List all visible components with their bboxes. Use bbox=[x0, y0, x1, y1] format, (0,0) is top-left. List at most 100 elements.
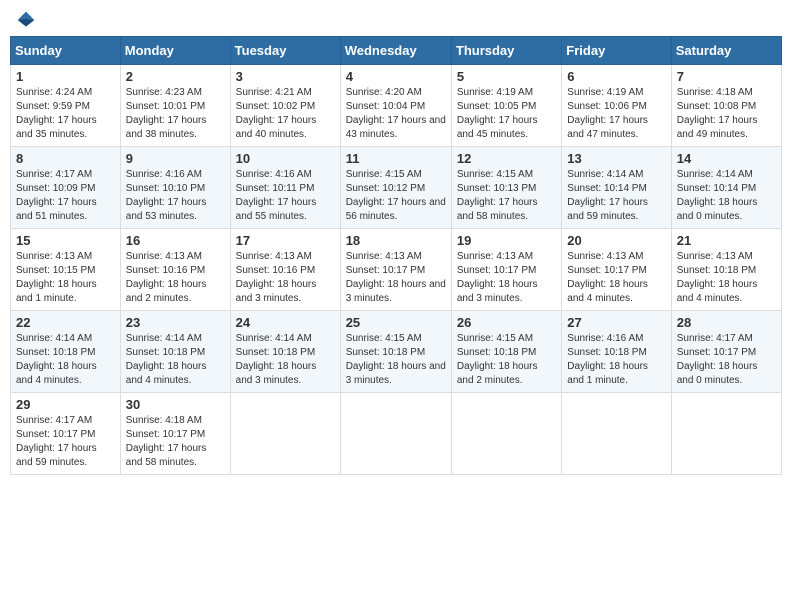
calendar-cell bbox=[671, 393, 781, 475]
day-number: 20 bbox=[567, 233, 665, 248]
day-number: 29 bbox=[16, 397, 115, 412]
calendar-cell bbox=[230, 393, 340, 475]
day-number: 17 bbox=[236, 233, 335, 248]
day-info: Sunrise: 4:13 AM Sunset: 10:17 PM Daylig… bbox=[457, 250, 556, 306]
calendar-cell: 22 Sunrise: 4:14 AM Sunset: 10:18 PM Day… bbox=[11, 311, 121, 393]
calendar-cell: 9 Sunrise: 4:16 AM Sunset: 10:10 PM Dayl… bbox=[120, 147, 230, 229]
day-info: Sunrise: 4:16 AM Sunset: 10:11 PM Daylig… bbox=[236, 168, 335, 224]
calendar-cell: 14 Sunrise: 4:14 AM Sunset: 10:14 PM Day… bbox=[671, 147, 781, 229]
day-number: 9 bbox=[126, 151, 225, 166]
day-header-thursday: Thursday bbox=[451, 37, 561, 65]
calendar-cell: 13 Sunrise: 4:14 AM Sunset: 10:14 PM Day… bbox=[562, 147, 671, 229]
day-info: Sunrise: 4:14 AM Sunset: 10:14 PM Daylig… bbox=[567, 168, 665, 224]
calendar-cell: 11 Sunrise: 4:15 AM Sunset: 10:12 PM Day… bbox=[340, 147, 451, 229]
day-info: Sunrise: 4:13 AM Sunset: 10:16 PM Daylig… bbox=[236, 250, 335, 306]
day-info: Sunrise: 4:23 AM Sunset: 10:01 PM Daylig… bbox=[126, 86, 225, 142]
calendar-cell: 29 Sunrise: 4:17 AM Sunset: 10:17 PM Day… bbox=[11, 393, 121, 475]
calendar-cell: 28 Sunrise: 4:17 AM Sunset: 10:17 PM Day… bbox=[671, 311, 781, 393]
day-number: 5 bbox=[457, 69, 556, 84]
calendar-week-row: 1 Sunrise: 4:24 AM Sunset: 9:59 PM Dayli… bbox=[11, 65, 782, 147]
calendar-cell: 4 Sunrise: 4:20 AM Sunset: 10:04 PM Dayl… bbox=[340, 65, 451, 147]
day-number: 16 bbox=[126, 233, 225, 248]
calendar-cell: 16 Sunrise: 4:13 AM Sunset: 10:16 PM Day… bbox=[120, 229, 230, 311]
day-info: Sunrise: 4:15 AM Sunset: 10:18 PM Daylig… bbox=[346, 332, 446, 388]
calendar-week-row: 29 Sunrise: 4:17 AM Sunset: 10:17 PM Day… bbox=[11, 393, 782, 475]
day-number: 1 bbox=[16, 69, 115, 84]
calendar-cell: 10 Sunrise: 4:16 AM Sunset: 10:11 PM Day… bbox=[230, 147, 340, 229]
day-info: Sunrise: 4:18 AM Sunset: 10:17 PM Daylig… bbox=[126, 414, 225, 470]
day-number: 23 bbox=[126, 315, 225, 330]
day-info: Sunrise: 4:15 AM Sunset: 10:13 PM Daylig… bbox=[457, 168, 556, 224]
calendar-cell: 12 Sunrise: 4:15 AM Sunset: 10:13 PM Day… bbox=[451, 147, 561, 229]
day-info: Sunrise: 4:19 AM Sunset: 10:05 PM Daylig… bbox=[457, 86, 556, 142]
day-number: 3 bbox=[236, 69, 335, 84]
day-number: 6 bbox=[567, 69, 665, 84]
calendar-cell: 6 Sunrise: 4:19 AM Sunset: 10:06 PM Dayl… bbox=[562, 65, 671, 147]
day-number: 2 bbox=[126, 69, 225, 84]
day-info: Sunrise: 4:15 AM Sunset: 10:12 PM Daylig… bbox=[346, 168, 446, 224]
calendar-cell: 15 Sunrise: 4:13 AM Sunset: 10:15 PM Day… bbox=[11, 229, 121, 311]
day-info: Sunrise: 4:17 AM Sunset: 10:17 PM Daylig… bbox=[677, 332, 776, 388]
calendar-cell: 7 Sunrise: 4:18 AM Sunset: 10:08 PM Dayl… bbox=[671, 65, 781, 147]
calendar-cell: 30 Sunrise: 4:18 AM Sunset: 10:17 PM Day… bbox=[120, 393, 230, 475]
day-info: Sunrise: 4:20 AM Sunset: 10:04 PM Daylig… bbox=[346, 86, 446, 142]
calendar-cell: 5 Sunrise: 4:19 AM Sunset: 10:05 PM Dayl… bbox=[451, 65, 561, 147]
day-header-saturday: Saturday bbox=[671, 37, 781, 65]
day-number: 26 bbox=[457, 315, 556, 330]
day-number: 13 bbox=[567, 151, 665, 166]
calendar-week-row: 8 Sunrise: 4:17 AM Sunset: 10:09 PM Dayl… bbox=[11, 147, 782, 229]
day-header-wednesday: Wednesday bbox=[340, 37, 451, 65]
calendar-table: SundayMondayTuesdayWednesdayThursdayFrid… bbox=[10, 36, 782, 475]
calendar-cell: 17 Sunrise: 4:13 AM Sunset: 10:16 PM Day… bbox=[230, 229, 340, 311]
day-info: Sunrise: 4:24 AM Sunset: 9:59 PM Dayligh… bbox=[16, 86, 115, 142]
day-number: 21 bbox=[677, 233, 776, 248]
calendar-cell: 25 Sunrise: 4:15 AM Sunset: 10:18 PM Day… bbox=[340, 311, 451, 393]
day-info: Sunrise: 4:13 AM Sunset: 10:15 PM Daylig… bbox=[16, 250, 115, 306]
calendar-cell: 19 Sunrise: 4:13 AM Sunset: 10:17 PM Day… bbox=[451, 229, 561, 311]
day-info: Sunrise: 4:17 AM Sunset: 10:17 PM Daylig… bbox=[16, 414, 115, 470]
day-number: 24 bbox=[236, 315, 335, 330]
day-number: 19 bbox=[457, 233, 556, 248]
calendar-cell: 21 Sunrise: 4:13 AM Sunset: 10:18 PM Day… bbox=[671, 229, 781, 311]
day-number: 25 bbox=[346, 315, 446, 330]
day-info: Sunrise: 4:17 AM Sunset: 10:09 PM Daylig… bbox=[16, 168, 115, 224]
day-number: 27 bbox=[567, 315, 665, 330]
day-info: Sunrise: 4:21 AM Sunset: 10:02 PM Daylig… bbox=[236, 86, 335, 142]
day-header-sunday: Sunday bbox=[11, 37, 121, 65]
calendar-cell: 26 Sunrise: 4:15 AM Sunset: 10:18 PM Day… bbox=[451, 311, 561, 393]
calendar-cell: 27 Sunrise: 4:16 AM Sunset: 10:18 PM Day… bbox=[562, 311, 671, 393]
day-number: 7 bbox=[677, 69, 776, 84]
calendar-cell: 2 Sunrise: 4:23 AM Sunset: 10:01 PM Dayl… bbox=[120, 65, 230, 147]
day-number: 28 bbox=[677, 315, 776, 330]
day-info: Sunrise: 4:13 AM Sunset: 10:17 PM Daylig… bbox=[346, 250, 446, 306]
day-info: Sunrise: 4:14 AM Sunset: 10:14 PM Daylig… bbox=[677, 168, 776, 224]
calendar-cell: 3 Sunrise: 4:21 AM Sunset: 10:02 PM Dayl… bbox=[230, 65, 340, 147]
day-info: Sunrise: 4:14 AM Sunset: 10:18 PM Daylig… bbox=[126, 332, 225, 388]
day-info: Sunrise: 4:19 AM Sunset: 10:06 PM Daylig… bbox=[567, 86, 665, 142]
day-number: 18 bbox=[346, 233, 446, 248]
day-number: 14 bbox=[677, 151, 776, 166]
calendar-cell: 18 Sunrise: 4:13 AM Sunset: 10:17 PM Day… bbox=[340, 229, 451, 311]
calendar-cell: 8 Sunrise: 4:17 AM Sunset: 10:09 PM Dayl… bbox=[11, 147, 121, 229]
day-info: Sunrise: 4:16 AM Sunset: 10:10 PM Daylig… bbox=[126, 168, 225, 224]
day-number: 15 bbox=[16, 233, 115, 248]
logo bbox=[14, 10, 36, 30]
day-number: 11 bbox=[346, 151, 446, 166]
calendar-cell: 24 Sunrise: 4:14 AM Sunset: 10:18 PM Day… bbox=[230, 311, 340, 393]
day-number: 4 bbox=[346, 69, 446, 84]
logo-icon bbox=[16, 10, 36, 30]
calendar-cell: 1 Sunrise: 4:24 AM Sunset: 9:59 PM Dayli… bbox=[11, 65, 121, 147]
calendar-cell: 23 Sunrise: 4:14 AM Sunset: 10:18 PM Day… bbox=[120, 311, 230, 393]
calendar-cell bbox=[451, 393, 561, 475]
calendar-week-row: 15 Sunrise: 4:13 AM Sunset: 10:15 PM Day… bbox=[11, 229, 782, 311]
calendar-header-row: SundayMondayTuesdayWednesdayThursdayFrid… bbox=[11, 37, 782, 65]
day-number: 8 bbox=[16, 151, 115, 166]
header bbox=[10, 10, 782, 30]
day-info: Sunrise: 4:13 AM Sunset: 10:18 PM Daylig… bbox=[677, 250, 776, 306]
calendar-cell bbox=[562, 393, 671, 475]
calendar-cell: 20 Sunrise: 4:13 AM Sunset: 10:17 PM Day… bbox=[562, 229, 671, 311]
day-number: 22 bbox=[16, 315, 115, 330]
day-header-friday: Friday bbox=[562, 37, 671, 65]
day-info: Sunrise: 4:14 AM Sunset: 10:18 PM Daylig… bbox=[236, 332, 335, 388]
calendar-cell bbox=[340, 393, 451, 475]
